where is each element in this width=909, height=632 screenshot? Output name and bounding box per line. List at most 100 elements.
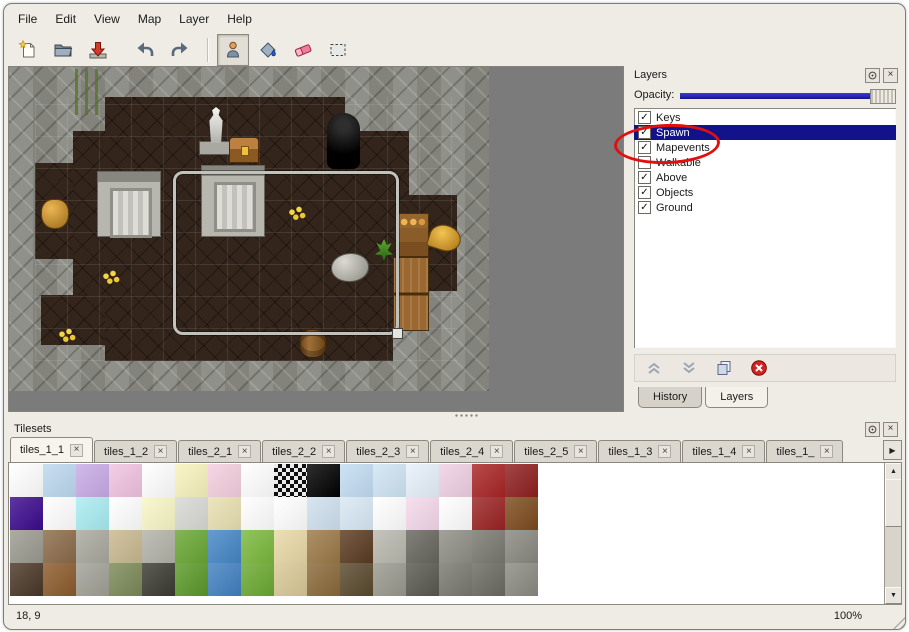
scrollbar-thumb[interactable] (885, 479, 902, 527)
scroll-up-button[interactable]: ▲ (885, 463, 902, 480)
menu-edit[interactable]: Edit (47, 9, 84, 29)
tileset-tile[interactable] (472, 563, 505, 596)
tileset-tile[interactable] (241, 497, 274, 530)
tileset-tile[interactable] (340, 464, 373, 497)
tileset-tile[interactable] (241, 464, 274, 497)
splitter-handle[interactable] (454, 413, 480, 419)
tileset-tab-tiles_1_4[interactable]: tiles_1_4× (682, 440, 765, 462)
layer-row-walkable[interactable]: Walkable (634, 155, 896, 170)
tileset-tile[interactable] (274, 464, 307, 497)
tileset-tile[interactable] (208, 464, 241, 497)
tileset-tile[interactable] (472, 530, 505, 563)
tileset-tile[interactable] (142, 464, 175, 497)
tileset-tile[interactable] (307, 497, 340, 530)
tileset-tile[interactable] (373, 530, 406, 563)
tileset-tab-tiles_1_1[interactable]: tiles_1_1× (10, 437, 93, 462)
layer-row-ground[interactable]: ✓Ground (634, 200, 896, 215)
tileset-tile[interactable] (241, 530, 274, 563)
panel-shade-button[interactable] (865, 422, 880, 437)
new-file-button[interactable] (12, 34, 44, 66)
layer-checkbox[interactable]: ✓ (638, 126, 651, 139)
tileset-scrollbar[interactable]: ▲ ▼ (884, 463, 901, 604)
tileset-tab-tiles_1_2[interactable]: tiles_1_2× (94, 440, 177, 462)
layer-checkbox[interactable] (638, 156, 651, 169)
layer-checkbox[interactable]: ✓ (638, 111, 651, 124)
selection-resize-handle[interactable] (392, 328, 403, 339)
tileset-tile[interactable] (109, 464, 142, 497)
tileset-tile[interactable] (142, 530, 175, 563)
map-selection[interactable] (173, 171, 399, 335)
layer-row-objects[interactable]: ✓Objects (634, 185, 896, 200)
move-layer-up-button[interactable] (643, 358, 665, 378)
panel-close-button[interactable]: × (883, 422, 898, 437)
redo-button[interactable] (164, 34, 196, 66)
layer-checkbox[interactable]: ✓ (638, 186, 651, 199)
map-viewport[interactable] (8, 66, 624, 412)
tileset-tile[interactable] (274, 530, 307, 563)
tileset-tile[interactable] (439, 530, 472, 563)
tileset-tile[interactable] (274, 563, 307, 596)
tileset-tile[interactable] (406, 464, 439, 497)
tileset-tab-tiles_2_3[interactable]: tiles_2_3× (346, 440, 429, 462)
tileset-tab-tiles_1_3[interactable]: tiles_1_3× (598, 440, 681, 462)
tab-close-icon[interactable]: × (70, 444, 83, 457)
open-button[interactable] (47, 34, 79, 66)
tileset-tile[interactable] (76, 464, 109, 497)
tileset-tab-tiles_2_4[interactable]: tiles_2_4× (430, 440, 513, 462)
tileset-tile[interactable] (43, 464, 76, 497)
tileset-tile[interactable] (406, 563, 439, 596)
tab-close-icon[interactable]: × (406, 445, 419, 458)
tileset-tile[interactable] (76, 563, 109, 596)
tileset-tile[interactable] (340, 563, 373, 596)
tileset-tile[interactable] (208, 563, 241, 596)
tileset-tile[interactable] (373, 563, 406, 596)
tab-close-icon[interactable]: × (322, 445, 335, 458)
tileset-tile[interactable] (175, 530, 208, 563)
move-layer-down-button[interactable] (678, 358, 700, 378)
tileset-tile[interactable] (43, 563, 76, 596)
tileset-tile[interactable] (43, 530, 76, 563)
tileset-tile[interactable] (307, 464, 340, 497)
tileset-tile[interactable] (307, 563, 340, 596)
tileset-tile[interactable] (307, 530, 340, 563)
tab-close-icon[interactable]: × (658, 445, 671, 458)
tileset-tile[interactable] (208, 497, 241, 530)
tileset-tile[interactable] (340, 530, 373, 563)
opacity-slider[interactable] (680, 88, 896, 102)
tileset-tile[interactable] (175, 497, 208, 530)
layer-checkbox[interactable]: ✓ (638, 201, 651, 214)
layer-row-above[interactable]: ✓Above (634, 170, 896, 185)
fill-tool-button[interactable] (252, 34, 284, 66)
tileset-tile[interactable] (109, 530, 142, 563)
menu-file[interactable]: File (10, 9, 45, 29)
tileset-tab-tiles_1_[interactable]: tiles_1_× (766, 440, 843, 462)
tab-close-icon[interactable]: × (742, 445, 755, 458)
layer-row-spawn[interactable]: ✓Spawn (634, 125, 896, 140)
eraser-tool-button[interactable] (287, 34, 319, 66)
map-canvas[interactable] (9, 67, 489, 391)
tab-close-icon[interactable]: × (490, 445, 503, 458)
spawn-tool-button[interactable] (217, 34, 249, 66)
tileset-tile[interactable] (274, 497, 307, 530)
tab-scroll-right-button[interactable]: ▶ (883, 440, 902, 460)
tileset-tile[interactable] (340, 497, 373, 530)
tileset-tile[interactable] (406, 497, 439, 530)
delete-layer-button[interactable] (748, 358, 770, 378)
menu-help[interactable]: Help (219, 9, 260, 29)
tileset-tile[interactable] (505, 464, 538, 497)
panel-close-button[interactable]: × (883, 68, 898, 83)
select-tool-button[interactable] (322, 34, 354, 66)
tileset-tile[interactable] (10, 530, 43, 563)
tileset-tab-tiles_2_5[interactable]: tiles_2_5× (514, 440, 597, 462)
tileset-tile[interactable] (76, 497, 109, 530)
tileset-tile[interactable] (472, 464, 505, 497)
tab-layers[interactable]: Layers (705, 387, 768, 408)
tab-close-icon[interactable]: × (238, 445, 251, 458)
tab-close-icon[interactable]: × (820, 445, 833, 458)
panel-shade-button[interactable] (865, 68, 880, 83)
menu-map[interactable]: Map (130, 9, 169, 29)
scroll-down-button[interactable]: ▼ (885, 587, 902, 604)
save-button[interactable] (82, 34, 114, 66)
tileset-tile[interactable] (142, 563, 175, 596)
tileset-tab-tiles_2_1[interactable]: tiles_2_1× (178, 440, 261, 462)
